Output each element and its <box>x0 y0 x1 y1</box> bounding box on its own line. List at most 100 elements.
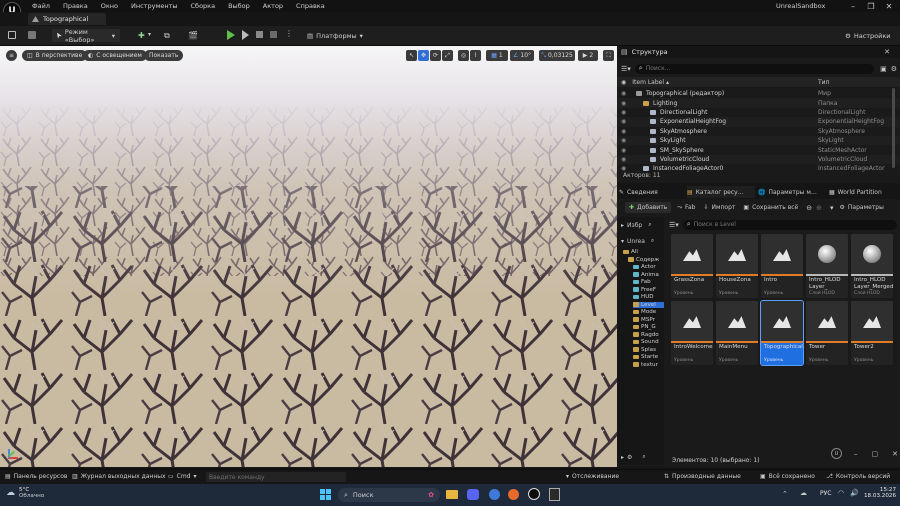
grid-snap-button[interactable]: ▦ 1 <box>486 50 508 61</box>
step-icon[interactable] <box>242 30 249 40</box>
outliner-row[interactable]: ◉ DirectionalLight DirectionalLight <box>617 107 900 118</box>
asset-tile[interactable]: Intro Уровень <box>761 234 803 298</box>
minimize-icon[interactable]: – <box>854 450 858 458</box>
lit-button[interactable]: ◐ С освещением <box>83 50 147 61</box>
outliner-search-field[interactable]: ⌕ Поиск… <box>634 63 875 74</box>
derived-data-button[interactable]: ⇅ Производные данные <box>664 473 741 480</box>
folder-tree-item[interactable]: Anima <box>633 272 664 278</box>
outliner-row[interactable]: ◉ SkyAtmosphere SkyAtmosphere <box>617 126 900 137</box>
content-icon[interactable] <box>28 31 36 39</box>
column-type[interactable]: Тип <box>818 79 830 86</box>
column-item-label[interactable]: Item Label <box>632 79 664 86</box>
menu-actor[interactable]: Актор <box>263 2 283 10</box>
surface-snap-icon[interactable]: ⌇ <box>470 50 481 61</box>
more-icon[interactable]: ⋮ <box>285 29 293 38</box>
params-button[interactable]: ⚙ Параметры <box>840 204 884 211</box>
save-icon[interactable] <box>8 31 16 39</box>
maximize-icon[interactable]: ▢ <box>872 450 879 458</box>
level-viewport[interactable]: ≡ ◫ В перспективе ◐ С освещением Показат… <box>0 46 617 467</box>
add-button[interactable]: ✚ Добавить <box>625 202 672 213</box>
cinematics-icon[interactable]: 🎬 <box>188 31 198 40</box>
folder-tree-item[interactable]: MSPr <box>633 317 664 323</box>
select-tool-icon[interactable]: ↖ <box>406 50 417 61</box>
menu-tools[interactable]: Инструменты <box>131 2 178 10</box>
cmd-button[interactable]: ▭ Cmd ▾ <box>168 473 197 480</box>
folder-tree-item[interactable]: textur <box>633 362 664 368</box>
unreal-mini-icon[interactable]: U <box>831 448 842 459</box>
tab-world-settings[interactable]: 🌐 Параметры м… <box>758 186 828 198</box>
visibility-icon[interactable]: ◉ <box>621 109 626 116</box>
source-control-button[interactable]: ⎇ Контроль версий <box>826 473 890 480</box>
asset-tile[interactable]: IntroWelcome Уровень <box>671 301 713 365</box>
asset-tile[interactable]: Intro_HLOD Layer_Merged Слой HLOD <box>851 234 893 298</box>
clock[interactable]: 15:27 18.03.2026 <box>864 487 896 499</box>
platforms-button[interactable]: ▤ Платформы ▾ <box>302 29 368 42</box>
chevron-up-icon[interactable]: ⌃ <box>782 490 788 498</box>
taskbar-search[interactable]: ⌕ Поиск ✿ <box>338 488 440 502</box>
asset-tile[interactable]: Intro_HLOD Layer_ Слой HLOD <box>806 234 848 298</box>
project-section[interactable]: ▾ Unrea ⌕ <box>621 237 654 245</box>
tracking-button[interactable]: ▾ Отслеживание <box>566 473 619 480</box>
folder-tree-item[interactable]: FreeF <box>633 287 664 293</box>
stop-icon[interactable] <box>256 31 263 38</box>
wifi-icon[interactable]: ◠ <box>838 489 844 497</box>
tab-topographical[interactable]: Topographical <box>28 13 106 25</box>
asset-tile[interactable]: HouseZona Уровень <box>716 234 758 298</box>
filter-icon[interactable]: ☰▾ <box>669 221 679 229</box>
outliner-row[interactable]: ◉ Topographical (редактор) Мир <box>617 89 900 99</box>
outliner-row[interactable]: ◉ ExponentialHeightFog ExponentialHeightFo… <box>617 117 900 127</box>
search-icon[interactable]: ⌕ <box>648 221 651 229</box>
settings-button[interactable]: ⚙ Настройки <box>840 29 896 42</box>
menu-build[interactable]: Сборка <box>191 2 216 10</box>
visibility-icon[interactable]: ◉ <box>621 137 626 144</box>
minimize-icon[interactable]: – <box>844 2 862 11</box>
folder-tree-item[interactable]: Sound <box>633 339 664 345</box>
move-tool-icon[interactable]: ✥ <box>418 50 429 61</box>
viewport-menu-button[interactable]: ≡ <box>6 50 17 61</box>
outliner-row[interactable]: ◉ Lighting Папка <box>617 98 900 108</box>
asset-tile[interactable]: MainMenu Уровень <box>716 301 758 365</box>
asset-search-field[interactable]: ⌕ Поиск в Level <box>682 219 897 230</box>
favorites-section[interactable]: ▸ Избр ⌕ <box>621 221 652 229</box>
scale-tool-icon[interactable]: ⤢ <box>442 50 453 61</box>
visibility-icon[interactable]: ◉ <box>621 147 626 154</box>
folder-tree-item[interactable]: PN_G <box>633 324 664 330</box>
chevron-down-icon[interactable]: ▾ <box>148 31 151 38</box>
folder-tree-item[interactable]: Splas <box>633 347 664 353</box>
content-drawer-button[interactable]: ▤ Панель ресурсов <box>5 473 67 480</box>
weather-widget[interactable]: ☁ 5°C Облачно <box>6 487 44 499</box>
settings-icon[interactable]: ⚙ <box>891 65 897 73</box>
outliner-row[interactable]: ◉ SkyLight SkyLight <box>617 136 900 146</box>
epic-games-icon[interactable] <box>549 488 560 501</box>
visibility-icon[interactable]: ◉ <box>621 90 626 97</box>
tab-details[interactable]: ✎ Сведения <box>619 186 685 198</box>
maximize-icon[interactable]: ❐ <box>862 2 880 11</box>
language-indicator[interactable]: РУС <box>820 490 831 497</box>
tab-world-partition[interactable]: ▦ World Partition <box>829 186 899 198</box>
asset-tile[interactable]: Tower Уровень <box>806 301 848 365</box>
visibility-icon[interactable]: ◉ <box>621 156 626 163</box>
visibility-icon[interactable]: ◉ <box>621 100 626 107</box>
show-button[interactable]: Показать <box>144 50 184 61</box>
chevron-down-icon[interactable]: ▾ <box>830 204 834 212</box>
perspective-button[interactable]: ◫ В перспективе <box>22 50 88 61</box>
menu-help[interactable]: Справка <box>296 2 325 10</box>
asset-tile[interactable]: Topographical Уровень <box>760 300 804 366</box>
menu-window[interactable]: Окно <box>101 2 118 10</box>
visibility-icon[interactable]: ◉ <box>621 128 626 135</box>
folder-tree-item[interactable]: Содерж <box>628 257 664 263</box>
world-local-icon[interactable]: ◎ <box>458 50 469 61</box>
output-log-button[interactable]: ▥ Журнал выходных данных <box>72 473 166 480</box>
camera-speed-button[interactable]: ▶ 2 <box>578 50 598 61</box>
folder-tree-item[interactable]: Actor <box>633 264 664 270</box>
folder-tree-item[interactable]: HUD <box>633 294 664 300</box>
outliner-scrollbar[interactable] <box>892 88 895 168</box>
cloud-sync-icon[interactable]: ☁ <box>800 489 807 497</box>
fab-button[interactable]: ⤳ Fab <box>677 204 695 212</box>
close-panel-icon[interactable]: ✕ <box>884 48 890 56</box>
folder-tree-item[interactable]: Ragdo <box>633 332 664 338</box>
folder-tree-item[interactable]: All <box>623 249 664 255</box>
close-icon[interactable]: ✕ <box>880 2 898 11</box>
history-forward-icon[interactable]: ⊕ <box>816 204 822 212</box>
command-input[interactable]: Введите команду <box>206 472 346 482</box>
